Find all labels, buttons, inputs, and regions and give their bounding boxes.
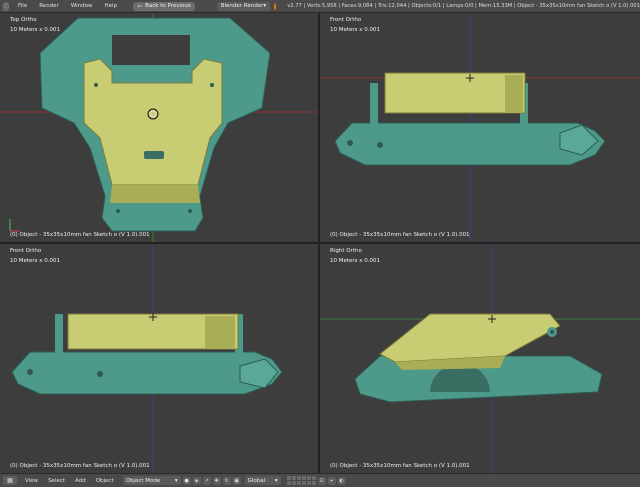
- right-ortho-canvas: [320, 244, 640, 473]
- viewport-name: Front Ortho: [330, 17, 362, 23]
- editor-type-button[interactable]: ▦: [3, 476, 17, 485]
- viewport-name: Front Ortho: [10, 248, 42, 254]
- viewport-scale: 10 Meters x 0.001: [330, 258, 381, 264]
- viewport-right-ortho[interactable]: Right Ortho 10 Meters x 0.001 (0) Object…: [320, 244, 640, 473]
- menu-render[interactable]: Render: [39, 3, 59, 9]
- viewport-scale: 10 Meters x 0.001: [330, 27, 381, 33]
- menu-file[interactable]: File: [18, 3, 27, 9]
- render-engine-select[interactable]: Blender Render ▾: [216, 1, 271, 11]
- orientation-label: Global: [247, 477, 266, 484]
- front-ortho-canvas: [11, 244, 283, 473]
- translate-icon[interactable]: ✥: [212, 476, 221, 485]
- viewport-object-label: (0) Object - 35x35x10mm fan Sketch o (V …: [330, 232, 470, 238]
- back-to-previous-label: Back to Previous: [145, 3, 191, 9]
- viewport-scale: 10 Meters x 0.001: [10, 258, 61, 264]
- blender-logo-icon: [274, 2, 277, 10]
- quad-view: Top Ortho 10 Meters x 0.001 (0) Object -…: [0, 13, 640, 473]
- chevron-down-icon: ▾: [263, 3, 267, 9]
- render-engine-label: Blender Render: [220, 3, 264, 9]
- manipulator-icon[interactable]: ↗: [202, 476, 211, 485]
- 3d-view-header: ▦ View Select Add Object Object Mode ▾ ●…: [0, 473, 640, 487]
- top-ortho-canvas: [0, 13, 318, 242]
- lock-icon[interactable]: ⊡: [317, 476, 326, 485]
- interaction-mode-select[interactable]: Object Mode ▾: [122, 476, 181, 485]
- menu-help[interactable]: Help: [105, 3, 118, 9]
- menu-object[interactable]: Object: [96, 478, 114, 484]
- viewport-object-label: (0) Object - 35x35x10mm fan Sketch o (V …: [10, 232, 150, 238]
- back-arrow-icon: ⇦: [137, 2, 143, 10]
- snap-icon[interactable]: ⌖: [327, 476, 336, 485]
- scale-icon[interactable]: ▣: [232, 476, 241, 485]
- viewport-divider-horizontal[interactable]: [0, 242, 640, 244]
- render-icon[interactable]: ◐: [337, 476, 346, 485]
- viewport-name: Top Ortho: [10, 17, 37, 23]
- viewport-shading-icon[interactable]: ●: [182, 476, 191, 485]
- viewport-front-ortho-2[interactable]: Front Ortho 10 Meters x 0.001 (0) Object…: [0, 244, 318, 473]
- menu-view[interactable]: View: [25, 478, 38, 484]
- transform-orientation-select[interactable]: Global ▾: [244, 476, 281, 485]
- viewport-object-label: (0) Object - 35x35x10mm fan Sketch o (V …: [330, 463, 470, 469]
- scene-stats: v2.77 | Verts:5,958 | Faces:9,084 | Tris…: [287, 3, 640, 9]
- menu-add[interactable]: Add: [75, 478, 86, 484]
- viewport-object-label: (0) Object - 35x35x10mm fan Sketch o (V …: [10, 463, 150, 469]
- menu-select[interactable]: Select: [48, 478, 65, 484]
- info-header: ⓘ File Render Window Help ⇦ Back to Prev…: [0, 0, 640, 13]
- viewport-top-ortho[interactable]: Top Ortho 10 Meters x 0.001 (0) Object -…: [0, 13, 318, 242]
- mode-label: Object Mode: [125, 477, 161, 484]
- layer-buttons[interactable]: [286, 476, 316, 485]
- pivot-point-icon[interactable]: ◈: [192, 476, 201, 485]
- front-ortho-canvas: [320, 13, 640, 242]
- viewport-front-ortho[interactable]: Front Ortho 10 Meters x 0.001 (0) Object…: [320, 13, 640, 242]
- chevron-down-icon: ▾: [174, 477, 178, 484]
- back-to-previous-button[interactable]: ⇦ Back to Previous: [133, 1, 195, 11]
- rotate-icon[interactable]: ↻: [222, 476, 231, 485]
- editor-type-button[interactable]: ⓘ: [3, 1, 10, 11]
- chevron-down-icon: ▾: [274, 477, 278, 484]
- viewport-name: Right Ortho: [330, 248, 362, 254]
- menu-window[interactable]: Window: [71, 3, 93, 9]
- viewport-scale: 10 Meters x 0.001: [10, 27, 61, 33]
